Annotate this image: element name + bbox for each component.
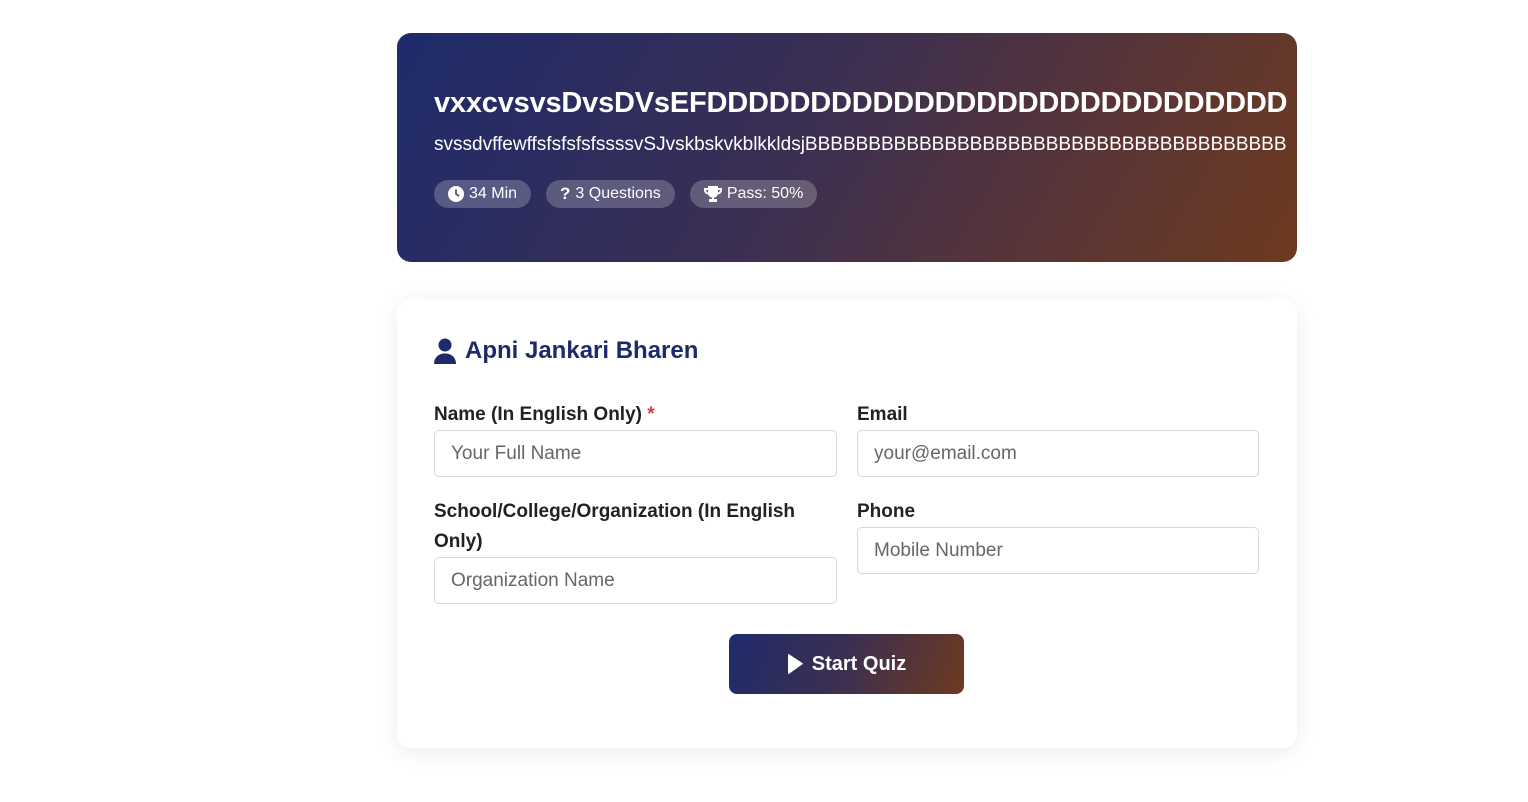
quiz-title: vxxcvsvsDvsDVsEFDDDDDDDDDDDDDDDDDDDDDDDD… — [434, 87, 1288, 119]
phone-input[interactable] — [857, 527, 1259, 574]
form-heading: Apni Jankari Bharen — [434, 337, 1259, 365]
duration-badge: 34 Min — [434, 180, 532, 208]
questions-text: 3 Questions — [575, 185, 661, 202]
duration-text: 34 Min — [469, 185, 518, 202]
quiz-container: vxxcvsvsDvsDVsEFDDDDDDDDDDDDDDDDDDDDDDDD… — [397, 33, 1297, 748]
start-quiz-button[interactable]: Start Quiz — [729, 634, 964, 694]
clock-icon — [448, 186, 464, 202]
phone-field-group: Phone — [857, 497, 1259, 604]
form-heading-text: Apni Jankari Bharen — [465, 337, 699, 364]
quiz-meta-badges: 34 Min ? 3 Questions Pass: 50% — [434, 180, 1297, 208]
question-icon: ? — [560, 184, 571, 203]
quiz-description: svssdvffewffsfsfsfsfssssvSJvskbskvkblkkl… — [434, 134, 1287, 155]
email-input[interactable] — [857, 430, 1259, 477]
pass-badge: Pass: 50% — [689, 180, 818, 208]
email-field-group: Email — [857, 400, 1259, 477]
form-grid: Name (In English Only) * Email School/Co… — [434, 400, 1259, 624]
quiz-hero-banner: vxxcvsvsDvsDVsEFDDDDDDDDDDDDDDDDDDDDDDDD… — [397, 33, 1297, 262]
name-input[interactable] — [434, 430, 837, 477]
questions-badge: ? 3 Questions — [546, 180, 675, 208]
name-field-group: Name (In English Only) * — [434, 400, 837, 477]
play-icon — [787, 654, 803, 674]
user-icon — [434, 338, 456, 364]
start-quiz-label: Start Quiz — [811, 652, 907, 675]
name-label: Name (In English Only) * — [434, 400, 837, 430]
email-label: Email — [857, 404, 908, 425]
submit-row: Start Quiz — [434, 634, 1259, 694]
info-form-card: Apni Jankari Bharen Name (In English Onl… — [397, 299, 1297, 748]
organization-input[interactable] — [434, 557, 837, 604]
required-marker: * — [647, 404, 655, 425]
pass-text: Pass: 50% — [726, 185, 804, 202]
organization-field-group: School/College/Organization (In English … — [434, 497, 837, 604]
phone-label: Phone — [857, 501, 916, 522]
organization-label: School/College/Organization (In English … — [434, 501, 796, 552]
trophy-icon — [703, 186, 722, 202]
name-label-text: Name (In English Only) — [434, 404, 642, 425]
